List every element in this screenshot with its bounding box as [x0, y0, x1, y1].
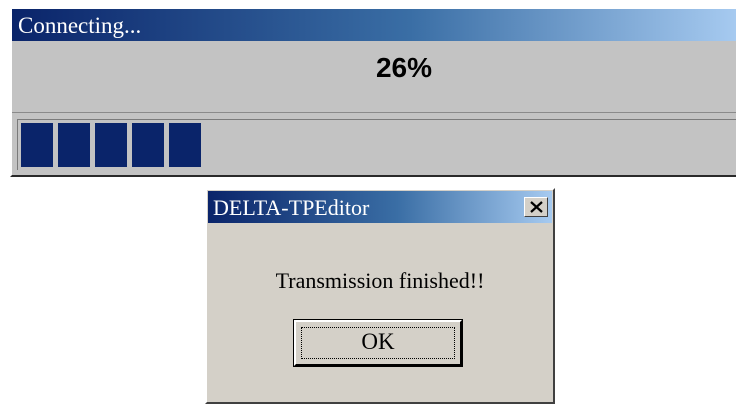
progress-title: Connecting... [18, 13, 142, 38]
progress-block [58, 123, 90, 167]
dialog-title: DELTA-TPEditor [213, 195, 370, 220]
progress-percent: 26% [375, 52, 433, 83]
close-button[interactable] [524, 197, 548, 217]
ok-button[interactable]: OK [293, 319, 463, 367]
progress-bar [17, 119, 736, 170]
progress-block [169, 123, 201, 167]
ok-label: OK [361, 329, 395, 354]
message-dialog: DELTA-TPEditor Transmission finished!! O… [205, 188, 555, 404]
progress-block [21, 123, 53, 167]
progress-block [95, 123, 127, 167]
percent-area: 26% [12, 44, 736, 113]
dialog-message: Transmission finished!! [275, 268, 485, 293]
progress-block [132, 123, 164, 167]
progress-titlebar: Connecting... [12, 9, 736, 41]
close-icon [530, 201, 543, 213]
progress-window: Connecting... 26% [10, 7, 736, 177]
progress-bar-fill [21, 123, 206, 167]
dialog-titlebar[interactable]: DELTA-TPEditor [208, 191, 552, 223]
